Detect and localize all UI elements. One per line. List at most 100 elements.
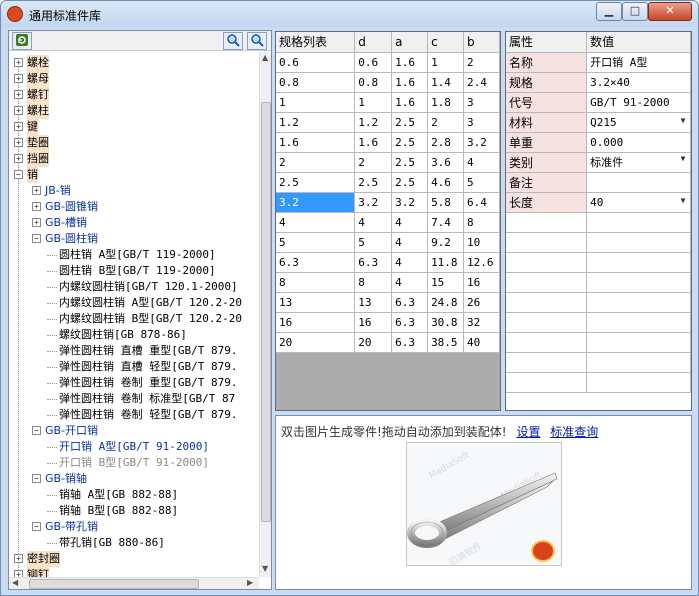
expand-icon[interactable]: + (32, 186, 41, 195)
property-value[interactable]: 标准件 (590, 156, 623, 169)
spec-size-cell[interactable]: 1.2 (276, 112, 356, 133)
property-value-cell[interactable]: 3.2×40 (586, 72, 691, 93)
part-preview-image[interactable]: MediaSoft MediaSoft 迈迪软件 (406, 442, 562, 566)
minimize-button[interactable]: ▁ (596, 2, 622, 21)
spec-size-cell[interactable]: 3.2 (276, 192, 356, 213)
spec-column-header[interactable]: c (427, 32, 465, 53)
tree-vscroll-thumb[interactable] (261, 102, 271, 522)
spec-value-cell[interactable]: 3 (463, 92, 500, 113)
property-value[interactable]: 0.000 (590, 136, 623, 149)
spec-value-cell[interactable]: 1.6 (354, 132, 393, 153)
collapse-icon[interactable]: − (32, 234, 41, 243)
spec-table-row[interactable]: 0.8 0.8 1.6 1.4 2.4 (276, 72, 500, 93)
collapse-icon[interactable]: − (32, 474, 41, 483)
spec-size-cell[interactable]: 5 (276, 232, 356, 253)
spec-table-row[interactable]: 1 1 1.6 1.8 3 (276, 92, 500, 113)
property-value[interactable]: 40 (590, 196, 603, 209)
spec-value-cell[interactable]: 0.8 (354, 72, 393, 93)
spec-table-row[interactable]: 6.3 6.3 4 11.8 12.6 (276, 252, 500, 273)
spec-table-row[interactable]: 1.6 1.6 2.5 2.8 3.2 (276, 132, 500, 153)
spec-value-cell[interactable]: 6.3 (354, 252, 393, 273)
spec-value-cell[interactable]: 4 (391, 212, 429, 233)
scroll-right-icon[interactable]: ▶ (247, 578, 253, 587)
spec-table-row[interactable]: 4 4 4 7.4 8 (276, 212, 500, 233)
spec-value-cell[interactable]: 2.4 (463, 72, 500, 93)
property-value-cell[interactable]: 开口销 A型 (586, 52, 691, 73)
spec-value-cell[interactable]: 1.6 (391, 72, 429, 93)
spec-value-cell[interactable]: 2.5 (391, 112, 429, 133)
spec-value-cell[interactable]: 8 (354, 272, 393, 293)
scroll-up-icon[interactable]: ▲ (262, 53, 268, 62)
spec-table-row[interactable]: 20 20 6.3 38.5 40 (276, 332, 500, 353)
spec-table-row[interactable]: 2 2 2.5 3.6 4 (276, 152, 500, 173)
spec-value-cell[interactable]: 1.2 (354, 112, 393, 133)
spec-value-cell[interactable]: 6.4 (463, 192, 500, 213)
spec-size-cell[interactable]: 6.3 (276, 252, 356, 273)
spec-value-cell[interactable]: 4.6 (427, 172, 465, 193)
spec-table-row[interactable]: 16 16 6.3 30.8 32 (276, 312, 500, 333)
spec-table-row[interactable]: 13 13 6.3 24.8 26 (276, 292, 500, 313)
scroll-left-icon[interactable]: ◀ (12, 578, 18, 587)
expand-icon[interactable]: + (32, 218, 41, 227)
spec-value-cell[interactable]: 2.5 (391, 172, 429, 193)
spec-value-cell[interactable]: 4 (463, 152, 500, 173)
spec-value-cell[interactable]: 4 (391, 252, 429, 273)
spec-column-header[interactable]: d (354, 32, 393, 53)
spec-size-cell[interactable]: 20 (276, 332, 356, 353)
spec-value-cell[interactable]: 3.2 (391, 192, 429, 213)
spec-value-cell[interactable]: 38.5 (427, 332, 465, 353)
property-value-cell[interactable]: ▼ 40 (586, 192, 691, 213)
spec-value-cell[interactable]: 9.2 (427, 232, 465, 253)
collapse-icon[interactable]: − (32, 522, 41, 531)
zoom-button[interactable] (247, 32, 267, 50)
spec-size-cell[interactable]: 1.6 (276, 132, 356, 153)
spec-value-cell[interactable]: 16 (463, 272, 500, 293)
spec-value-cell[interactable]: 40 (463, 332, 500, 353)
settings-link[interactable]: 设置 (516, 425, 540, 439)
spec-value-cell[interactable]: 1.8 (427, 92, 465, 113)
property-value-cell[interactable]: ▼ 标准件 (586, 152, 691, 173)
spec-column-header[interactable]: b (463, 32, 500, 53)
property-value-cell[interactable]: GB/T 91-2000 (586, 92, 691, 113)
tree-vertical-scrollbar[interactable]: ▲ ▼ (259, 52, 271, 577)
spec-size-cell[interactable]: 16 (276, 312, 356, 333)
spec-value-cell[interactable]: 2.5 (391, 152, 429, 173)
spec-table-row[interactable]: 0.6 0.6 1.6 1 2 (276, 52, 500, 73)
spec-value-cell[interactable]: 1.4 (427, 72, 465, 93)
scroll-down-icon[interactable]: ▼ (262, 564, 268, 573)
property-value[interactable]: 3.2×40 (590, 76, 630, 89)
spec-value-cell[interactable]: 1.6 (391, 52, 429, 73)
spec-table-row[interactable]: 3.2 3.2 3.2 5.8 6.4 (276, 192, 500, 213)
dropdown-arrow-icon[interactable]: ▼ (676, 116, 690, 125)
expand-icon[interactable]: + (32, 202, 41, 211)
refresh-button[interactable] (12, 32, 32, 50)
spec-size-cell[interactable]: 0.8 (276, 72, 356, 93)
title-bar[interactable]: 通用标准件库 ▁ □ ✕ (1, 1, 698, 27)
spec-size-cell[interactable]: 8 (276, 272, 356, 293)
spec-table-row[interactable]: 2.5 2.5 2.5 4.6 5 (276, 172, 500, 193)
expand-icon[interactable]: + (14, 90, 23, 99)
spec-value-cell[interactable]: 2 (463, 52, 500, 73)
spec-value-cell[interactable]: 2.5 (354, 172, 393, 193)
spec-value-cell[interactable]: 2 (427, 112, 465, 133)
expand-icon[interactable]: + (14, 58, 23, 67)
spec-value-cell[interactable]: 13 (354, 292, 393, 313)
spec-value-cell[interactable]: 11.8 (427, 252, 465, 273)
spec-table-row[interactable]: 1.2 1.2 2.5 2 3 (276, 112, 500, 133)
spec-value-cell[interactable]: 5.8 (427, 192, 465, 213)
spec-value-cell[interactable]: 4 (354, 212, 393, 233)
collapse-icon[interactable]: − (32, 426, 41, 435)
spec-size-cell[interactable]: 2.5 (276, 172, 356, 193)
search-button[interactable] (223, 32, 243, 50)
spec-value-cell[interactable]: 20 (354, 332, 393, 353)
spec-value-cell[interactable]: 4 (391, 232, 429, 253)
collapse-icon[interactable]: − (14, 170, 23, 179)
spec-value-cell[interactable]: 6.3 (391, 292, 429, 313)
expand-icon[interactable]: + (14, 138, 23, 147)
standard-query-link[interactable]: 标准查询 (550, 425, 598, 439)
spec-value-cell[interactable]: 7.4 (427, 212, 465, 233)
spec-value-cell[interactable]: 0.6 (354, 52, 393, 73)
spec-value-cell[interactable]: 3.2 (463, 132, 500, 153)
spec-value-cell[interactable]: 2.8 (427, 132, 465, 153)
spec-size-cell[interactable]: 2 (276, 152, 356, 173)
